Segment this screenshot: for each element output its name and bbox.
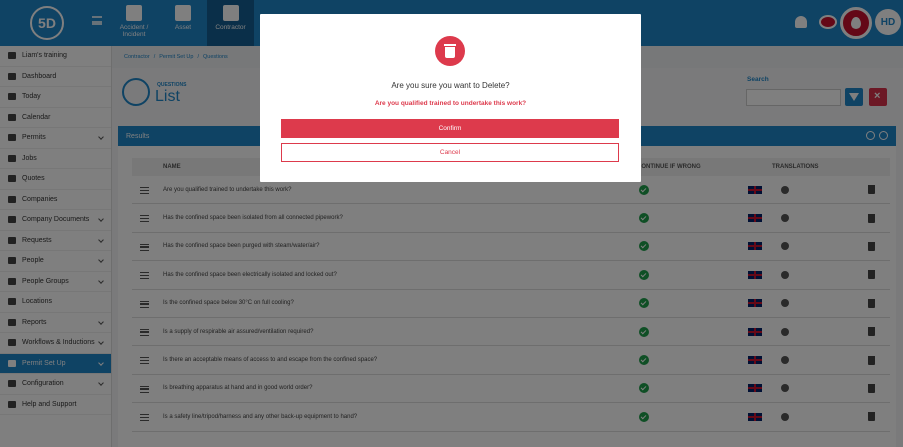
delete-confirm-dialog: Are you sure you want to Delete? Are you… xyxy=(260,14,641,182)
cancel-button[interactable]: Cancel xyxy=(281,143,619,162)
dialog-question: Are you qualified trained to undertake t… xyxy=(374,100,527,107)
dialog-title: Are you sure you want to Delete? xyxy=(391,81,510,90)
trash-icon xyxy=(435,36,465,66)
confirm-button[interactable]: Confirm xyxy=(281,119,619,138)
